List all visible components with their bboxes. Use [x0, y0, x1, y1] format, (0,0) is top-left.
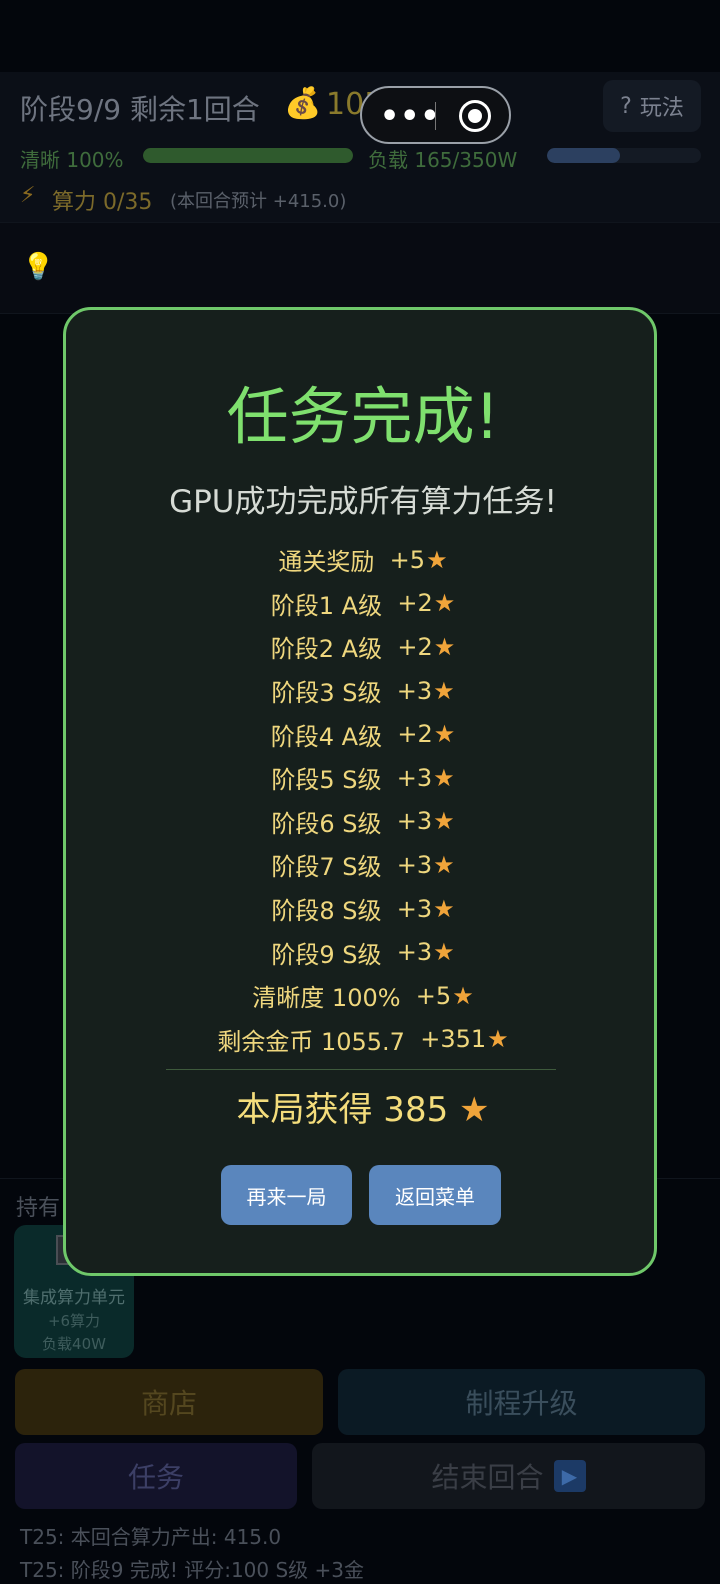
reward-label: 通关奖励	[278, 548, 390, 577]
reward-row: 通关奖励 +5 ★	[66, 538, 660, 582]
lightbulb-icon[interactable]: 💡	[22, 252, 54, 282]
reward-row: 阶段8 S级 +3 ★	[66, 887, 660, 931]
reward-label: 阶段6 S级	[271, 809, 397, 838]
tip-bar	[0, 222, 720, 314]
log-line: T25: 本回合算力产出: 415.0	[20, 1525, 282, 1549]
log-line: T25: 阶段9 完成! 评分:100 S级 +3金	[20, 1558, 365, 1582]
reward-row: 阶段6 S级 +3 ★	[66, 800, 660, 844]
star-icon: ★	[487, 1025, 509, 1054]
star-icon: ★	[433, 850, 455, 879]
play-icon: ▶	[553, 1460, 586, 1492]
reward-list: 通关奖励 +5 ★ 阶段1 A级 +2 ★ 阶段2 A级 +2 ★ 阶段3 S级 +3 ★ 阶段…	[66, 538, 660, 1061]
clarity-progress-bar	[143, 148, 353, 163]
reward-value: +3	[396, 676, 433, 705]
end-turn-label: 结束回合	[431, 1461, 544, 1494]
reward-row: 清晰度 100% +5 ★	[66, 974, 660, 1018]
star-icon: ★	[433, 938, 455, 967]
load-progress-fill	[547, 148, 620, 163]
stage-title: 阶段9/9 剩余1回合	[20, 93, 260, 126]
holdings-label: 持有	[16, 1196, 61, 1221]
clarity-label: 清晰 100%	[20, 148, 124, 172]
reward-value: +2	[397, 589, 433, 618]
divider	[166, 1069, 556, 1070]
star-icon: ★	[433, 720, 456, 749]
reward-label: 阶段3 S级	[271, 679, 397, 708]
star-icon: ★	[433, 676, 455, 705]
star-icon: ★	[426, 545, 448, 574]
total-reward: 本局获得 385 ★	[66, 1082, 660, 1131]
process-upgrade-button[interactable]: 制程升级	[338, 1369, 705, 1435]
reward-value: +5	[389, 545, 426, 574]
clarity-progress-fill	[143, 148, 353, 163]
star-icon: ★	[433, 632, 456, 661]
question-icon: ?	[620, 93, 632, 119]
reward-label: 剩余金币 1055.7	[217, 1027, 421, 1056]
reward-value: +3	[396, 938, 433, 967]
dialog-subtitle: GPU成功完成所有算力任务!	[169, 484, 557, 520]
card-load: 负载40W	[42, 1335, 106, 1353]
reward-row: 阶段3 S级 +3 ★	[66, 669, 660, 713]
play-again-button[interactable]: 再来一局	[221, 1165, 352, 1225]
more-icon[interactable]: •••	[380, 99, 441, 134]
reward-label: 阶段7 S级	[271, 853, 397, 882]
back-to-menu-button[interactable]: 返回菜单	[369, 1165, 501, 1225]
load-label: 负载 165/350W	[368, 148, 518, 172]
compute-label: 算力 0/35	[52, 190, 153, 215]
star-icon: ★	[452, 981, 474, 1010]
reward-label: 清晰度 100%	[252, 984, 416, 1013]
reward-row: 阶段4 A级 +2 ★	[66, 712, 660, 756]
reward-label: 阶段8 S级	[271, 897, 397, 926]
lightning-icon: ⚡	[20, 183, 36, 208]
shop-button[interactable]: 商店	[15, 1369, 323, 1435]
load-progress-bar	[547, 148, 701, 163]
total-reward-label: 本局获得 385	[236, 1090, 460, 1130]
star-icon: ★	[433, 589, 456, 618]
tasks-button[interactable]: 任务	[15, 1443, 297, 1509]
compute-estimate: (本回合预计 +415.0)	[170, 191, 347, 212]
mission-complete-dialog: 任务完成! GPU成功完成所有算力任务! 通关奖励 +5 ★ 阶段1 A级 +2 ★ 阶…	[63, 307, 657, 1276]
reward-label: 阶段9 S级	[271, 940, 397, 969]
reward-row: 阶段7 S级 +3 ★	[66, 843, 660, 887]
card-name: 集成算力单元	[23, 1288, 125, 1308]
star-icon: ★	[433, 894, 455, 923]
end-turn-button[interactable]: 结束回合 ▶	[312, 1443, 705, 1509]
reward-row: 阶段1 A级 +2 ★	[66, 582, 660, 626]
reward-value: +3	[396, 850, 433, 879]
reward-label: 阶段2 A级	[270, 635, 398, 664]
help-button[interactable]: ? 玩法	[603, 80, 701, 132]
star-icon: ★	[433, 807, 455, 836]
help-label: 玩法	[639, 96, 684, 121]
reward-row: 阶段9 S级 +3 ★	[66, 930, 660, 974]
star-icon: ★	[433, 763, 455, 792]
reward-value: +2	[397, 632, 433, 661]
reward-row: 剩余金币 1055.7 +351 ★	[66, 1018, 660, 1062]
reward-label: 阶段1 A级	[270, 591, 398, 620]
card-power: +6算力	[47, 1312, 101, 1330]
close-miniprogram-icon[interactable]	[459, 100, 491, 132]
reward-row: 阶段2 A级 +2 ★	[66, 625, 660, 669]
reward-value: +3	[396, 807, 433, 836]
reward-row: 阶段5 S级 +3 ★	[66, 756, 660, 800]
reward-value: +3	[396, 894, 433, 923]
capsule-divider	[435, 102, 436, 130]
money-bag-icon: 💰	[284, 86, 322, 121]
dialog-title: 任务完成!	[226, 380, 500, 453]
reward-value: +3	[396, 763, 433, 792]
reward-label: 阶段4 A级	[270, 722, 398, 751]
reward-value: +5	[415, 981, 452, 1010]
reward-value: +351	[420, 1025, 487, 1054]
reward-value: +2	[397, 720, 433, 749]
star-icon: ★	[459, 1090, 490, 1130]
reward-label: 阶段5 S级	[271, 766, 397, 795]
